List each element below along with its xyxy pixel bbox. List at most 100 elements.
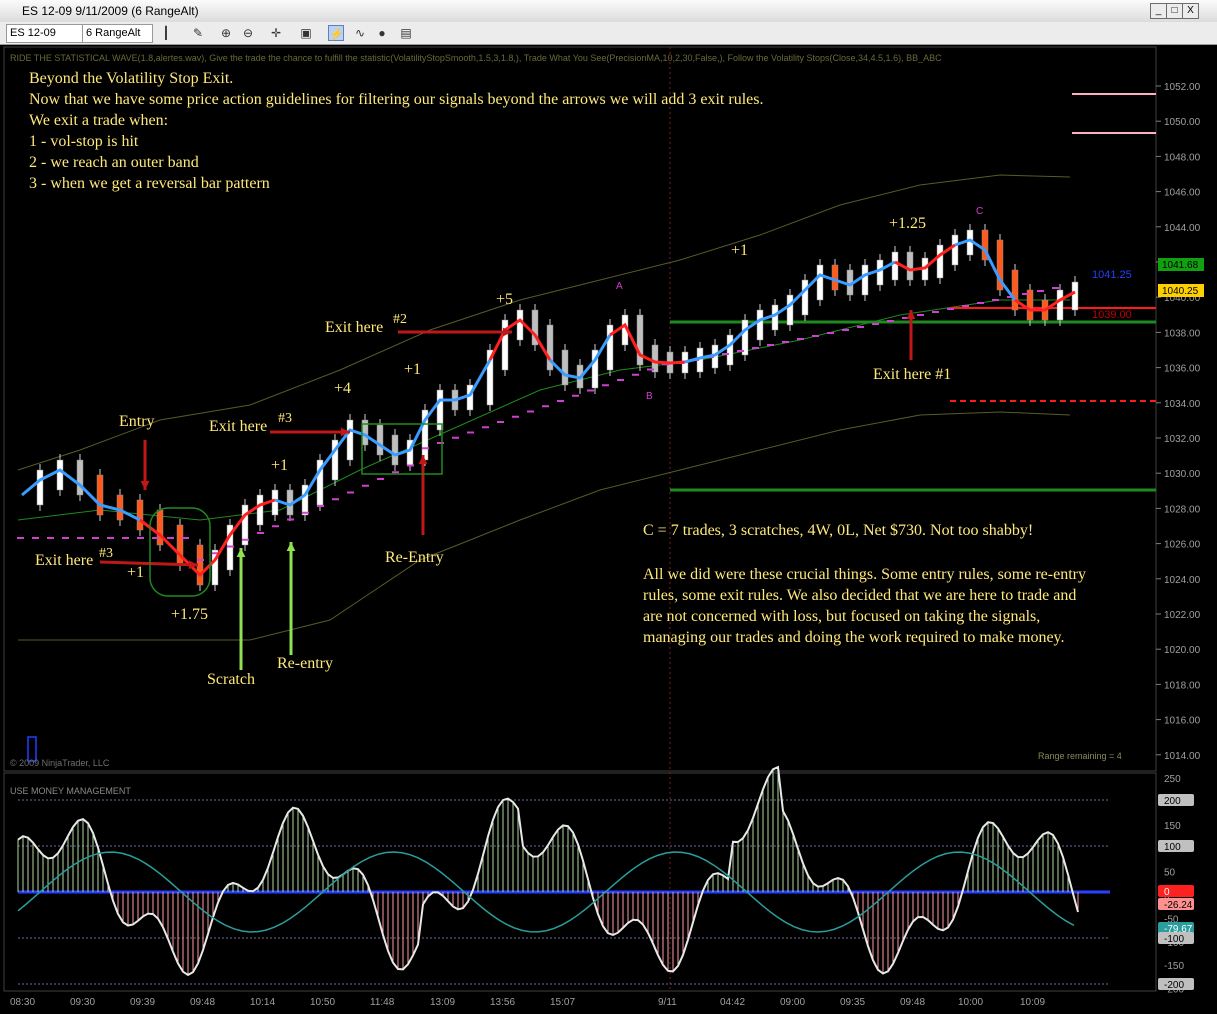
label-plus5: +5 — [496, 291, 514, 308]
mm-badge-label: 0 — [1164, 887, 1170, 898]
price-axis-label: 1014.00 — [1164, 751, 1201, 762]
label-exit-here-1: Exit here #1 — [873, 366, 952, 383]
price-axis-label: 1038.00 — [1164, 328, 1201, 339]
label-exit-here-3a: Exit here — [35, 552, 94, 569]
candle-body — [1071, 281, 1079, 311]
label-plus1-a: +1 — [127, 564, 145, 581]
candle-body — [516, 309, 524, 341]
candle-body — [651, 344, 659, 373]
label-exit-here-2: Exit here — [325, 319, 384, 336]
properties-icon[interactable]: ▣ — [298, 25, 314, 41]
time-axis-label: 13:56 — [490, 997, 515, 1008]
candle-body — [606, 324, 614, 371]
mm-axis-label: 150 — [1164, 821, 1181, 832]
marker-c: C — [976, 206, 984, 217]
intro-line-4: 2 - we reach an outer band — [29, 154, 199, 171]
label-plus1-b: +1 — [271, 457, 289, 474]
time-axis-label: 13:09 — [430, 997, 455, 1008]
candle-body — [726, 334, 734, 366]
price-axis-label: 1052.00 — [1164, 82, 1201, 93]
label-reentry-up: Re-Entry — [385, 549, 444, 566]
price-tag: 1039.00 — [1092, 309, 1132, 321]
intro-line-0: Beyond the Volatility Stop Exit. — [29, 70, 234, 87]
window-titlebar: ES 12-09 9/11/2009 (6 RangeAlt) _ □ X — [0, 0, 1217, 23]
copyright-text: © 2009 NinjaTrader, LLC — [10, 758, 110, 768]
time-axis-label: 10:09 — [1020, 997, 1045, 1008]
price-axis-label: 1026.00 — [1164, 540, 1201, 551]
price-axis-label: 1022.00 — [1164, 610, 1201, 621]
time-axis-label: 09:30 — [70, 997, 95, 1008]
candle-body — [906, 251, 914, 281]
price-axis-label: 1024.00 — [1164, 575, 1201, 586]
time-axis-label: 10:50 — [310, 997, 335, 1008]
strategy-icon[interactable]: ⚡ — [328, 25, 344, 41]
mm-badge-label: 200 — [1164, 796, 1181, 807]
indicator-header: RIDE THE STATISTICAL WAVE(1.8,alertes.wa… — [10, 53, 942, 63]
summary-line-5: managing our trades and doing the work r… — [643, 629, 1065, 646]
price-axis-label: 1016.00 — [1164, 716, 1201, 727]
candle-body — [1011, 269, 1019, 311]
minimize-button[interactable]: _ — [1150, 3, 1167, 19]
intro-line-2: We exit a trade when: — [29, 112, 169, 129]
candle-body — [861, 264, 869, 296]
marker-a: A — [616, 281, 623, 292]
price-tag: 1041.25 — [1092, 269, 1132, 281]
price-axis-label: 1034.00 — [1164, 399, 1201, 410]
summary-line-2: All we did were these crucial things. So… — [643, 566, 1086, 583]
candle-body — [816, 264, 824, 301]
price-axis-label: 1030.00 — [1164, 469, 1201, 480]
chart-toolbar: ES 12-09 6 RangeAlt ┃ ✎ ⊕ ⊖ ✛ ▣ ⚡ ∿ ● ▤ — [0, 22, 1217, 45]
candle-body — [741, 319, 749, 356]
candle-body — [936, 244, 944, 279]
instrument-selector[interactable]: ES 12-09 — [6, 24, 83, 43]
price-axis-label: 1028.00 — [1164, 504, 1201, 515]
period-selector[interactable]: 6 RangeAlt — [82, 24, 153, 43]
maximize-button[interactable]: □ — [1166, 3, 1183, 19]
time-axis-label: 09:00 — [780, 997, 805, 1008]
candle-body — [56, 459, 64, 491]
price-badge-label: 1041.68 — [1162, 260, 1199, 271]
zoom-in-icon[interactable]: ⊕ — [218, 25, 234, 41]
candle-body — [136, 499, 144, 531]
candle-body — [346, 419, 354, 461]
mm-badge-label: -200 — [1164, 980, 1184, 991]
draw-tool-icon[interactable]: ✎ — [190, 25, 206, 41]
candle-body — [271, 489, 279, 516]
candle-body — [891, 251, 899, 281]
record-icon[interactable]: ● — [374, 25, 390, 41]
label-entry: Entry — [119, 413, 155, 430]
candle-body — [376, 424, 384, 456]
candle-body — [76, 459, 84, 496]
zoom-out-icon[interactable]: ⊖ — [240, 25, 256, 41]
candle-body — [156, 509, 164, 546]
bar-style-icon[interactable]: ┃ — [158, 25, 174, 41]
range-remaining-text: Range remaining = 4 — [1038, 751, 1122, 761]
time-axis-label: 08:30 — [10, 997, 35, 1008]
mm-axis-label: -150 — [1164, 961, 1184, 972]
indicators-icon[interactable]: ∿ — [352, 25, 368, 41]
candle-body — [1056, 289, 1064, 321]
candle-body — [876, 259, 884, 286]
candle-body — [116, 494, 124, 521]
intro-line-1: Now that we have some price action guide… — [29, 91, 764, 108]
crosshair-icon[interactable]: ✛ — [268, 25, 284, 41]
candle-body — [951, 234, 959, 266]
price-axis-label: 1048.00 — [1164, 152, 1201, 163]
label-exit-here-3b: Exit here — [209, 418, 268, 435]
data-box-icon[interactable]: ▤ — [398, 25, 414, 41]
label-plus1-d: +1 — [731, 242, 749, 259]
price-badge-label: 1040.25 — [1162, 286, 1199, 297]
close-button[interactable]: X — [1182, 3, 1199, 19]
marker-b: B — [646, 391, 653, 402]
time-axis-label: 09:35 — [840, 997, 865, 1008]
time-axis-label: 10:14 — [250, 997, 275, 1008]
intro-line-5: 3 - when we get a reversal bar pattern — [29, 175, 270, 192]
label-exit-3a-num: #3 — [99, 546, 113, 561]
candle-body — [391, 434, 399, 466]
price-axis-label: 1044.00 — [1164, 223, 1201, 234]
price-axis-label: 1046.00 — [1164, 188, 1201, 199]
candle-body — [756, 309, 764, 341]
mm-badge-label: -26.24 — [1164, 900, 1193, 911]
label-exit-3b-num: #3 — [278, 411, 292, 426]
candle-body — [36, 469, 44, 506]
